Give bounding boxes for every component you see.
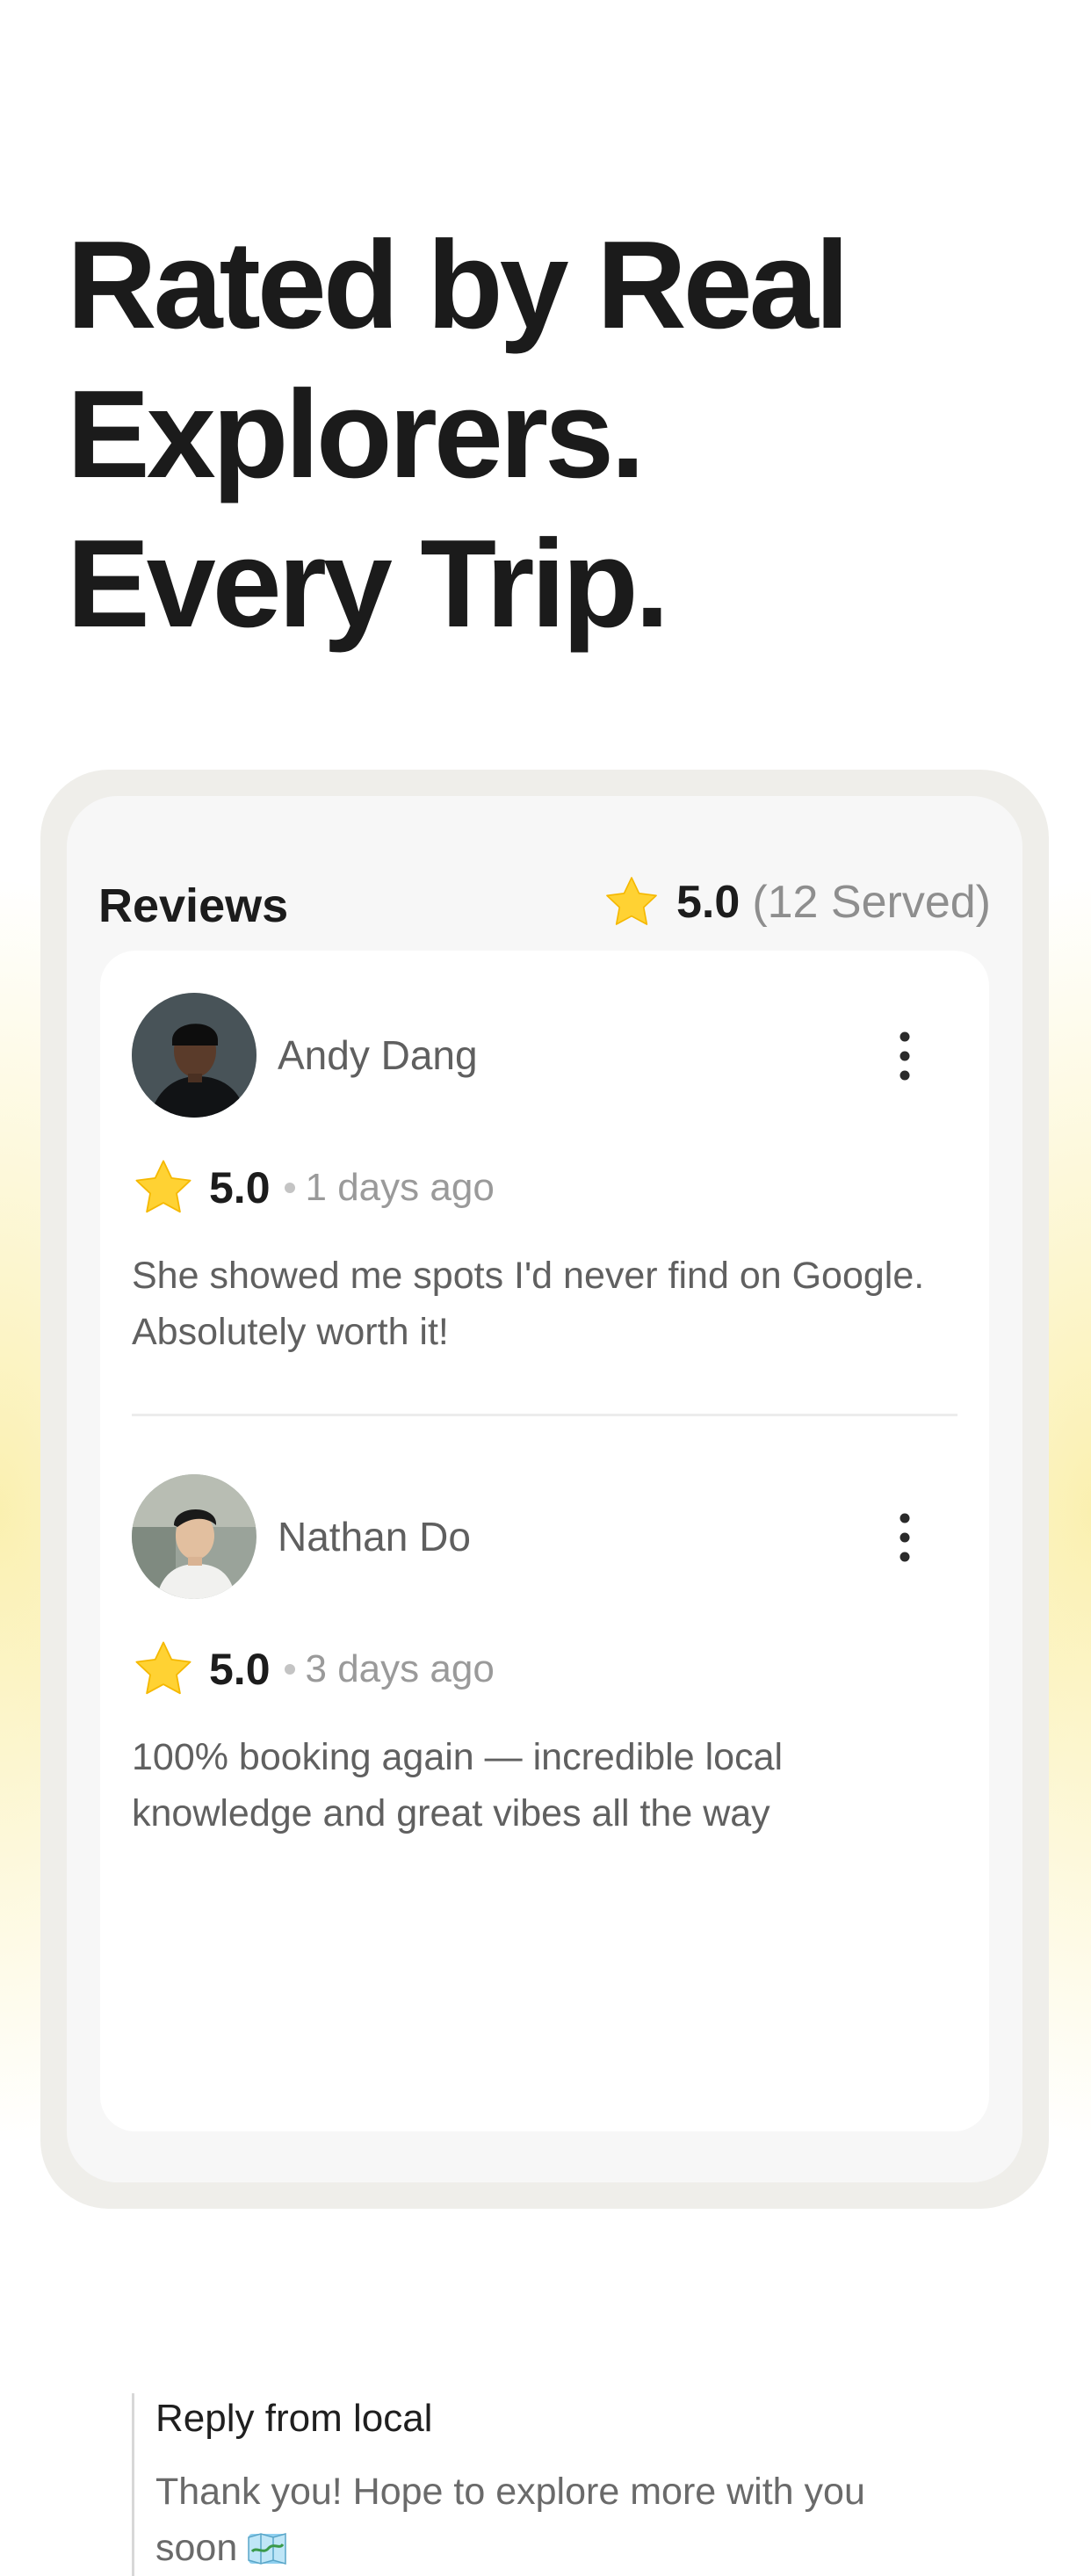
reviewer-name: Nathan Do xyxy=(278,1514,471,1559)
review-rating-row: 5.0 3 days ago xyxy=(132,1638,495,1701)
reviews-title: Reviews xyxy=(98,879,289,932)
headline-line-1: Rated by Real xyxy=(67,215,849,355)
review-text: 100% booking again — incredible local kn… xyxy=(132,1736,784,1834)
average-rating: 5.0 xyxy=(676,877,741,928)
separator-dot xyxy=(284,1183,295,1193)
map-icon xyxy=(248,2532,286,2565)
more-vertical-icon[interactable] xyxy=(887,1509,922,1566)
avatar-image xyxy=(132,1474,256,1599)
review-item: Nathan Do 5.0 3 days ago 100% booking ag… xyxy=(132,1474,957,2576)
local-reply: Reply from local Thank you! Hope to expl… xyxy=(132,2393,957,2576)
headline-line-3: Every Trip. xyxy=(67,514,669,654)
more-vertical-icon[interactable] xyxy=(887,1028,922,1084)
reply-title: Reply from local xyxy=(155,2397,433,2440)
star-icon xyxy=(606,877,657,925)
reply-message: Thank you! Hope to explore more with you… xyxy=(155,2464,946,2576)
star-icon xyxy=(135,1160,191,1213)
review-rating: 5.0 xyxy=(209,1645,271,1694)
review-time: 3 days ago xyxy=(305,1647,495,1690)
review-item: Andy Dang 5.0 1 days ago She showed me s… xyxy=(132,993,957,1397)
avatar[interactable] xyxy=(132,993,256,1118)
avatar-image xyxy=(132,993,256,1118)
reviews-list: Andy Dang 5.0 1 days ago She showed me s… xyxy=(100,951,989,2576)
separator-dot xyxy=(284,1664,295,1675)
review-rating: 5.0 xyxy=(209,1163,271,1212)
served-count: (12 Served) xyxy=(752,877,991,928)
review-divider xyxy=(132,1414,957,1416)
avatar[interactable] xyxy=(132,1474,256,1599)
star-icon xyxy=(135,1641,191,1695)
device-frame: Reviews 5.0 (12 Served) Andy Dang 5.0 1 … xyxy=(40,770,1049,2576)
review-rating-row: 5.0 1 days ago xyxy=(132,1156,495,1219)
reviewer-name: Andy Dang xyxy=(278,1032,478,1078)
rating-summary: 5.0 (12 Served) xyxy=(603,873,991,931)
headline-line-2: Explorers. xyxy=(67,365,646,504)
page-headline: Rated by Real Explorers. Every Trip. xyxy=(67,211,849,659)
reviews-panel: Reviews 5.0 (12 Served) Andy Dang 5.0 1 … xyxy=(67,796,1022,2576)
review-time: 1 days ago xyxy=(305,1166,495,1209)
review-text: She showed me spots I'd never find on Go… xyxy=(132,1255,925,1353)
